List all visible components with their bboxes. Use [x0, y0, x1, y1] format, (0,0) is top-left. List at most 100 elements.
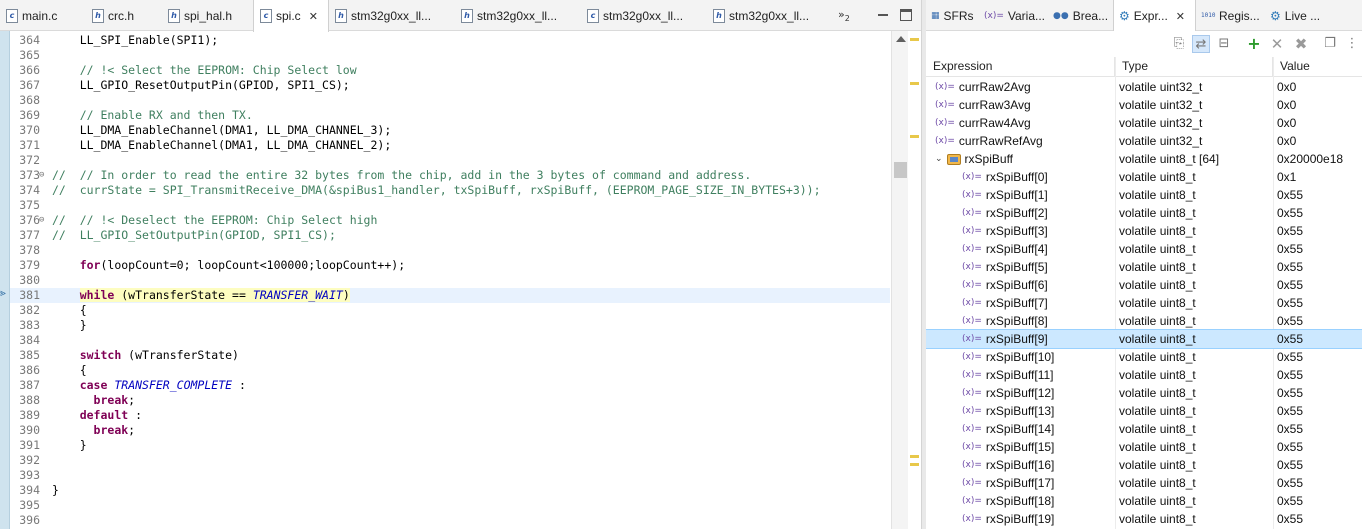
expression-row[interactable]: (x)= rxSpiBuff[9] volatile uint8_t 0x55 [926, 329, 1362, 349]
view-menu-icon[interactable]: ⋮ [1343, 35, 1361, 53]
code-line[interactable]: 372 [10, 153, 890, 168]
maximize-button[interactable] [900, 9, 912, 21]
editor-vertical-scrollbar[interactable] [891, 31, 908, 529]
expression-row[interactable]: (x)= rxSpiBuff[0] volatile uint8_t 0x1 [926, 168, 1362, 186]
expression-value[interactable]: 0x0 [1277, 78, 1362, 96]
expression-row[interactable]: (x)= rxSpiBuff[18] volatile uint8_t 0x55 [926, 492, 1362, 510]
show-type-names-button[interactable]: ⎘ [1170, 35, 1188, 53]
expression-value[interactable]: 0x55 [1277, 348, 1362, 366]
expression-value[interactable]: 0x0 [1277, 96, 1362, 114]
expression-row[interactable]: (x)= rxSpiBuff[1] volatile uint8_t 0x55 [926, 186, 1362, 204]
fold-toggle-icon[interactable]: ⊖ [39, 168, 44, 183]
remove-all-expressions-icon[interactable]: ✖ [1292, 35, 1310, 53]
editor-tab[interactable]: h stm32g0xx_ll... [455, 0, 581, 31]
code-line[interactable]: 379 for(loopCount=0; loopCount<100000;lo… [10, 258, 890, 273]
expression-row[interactable]: (x)= rxSpiBuff[17] volatile uint8_t 0x55 [926, 474, 1362, 492]
expression-row[interactable]: (x)= currRawRefAvg volatile uint32_t 0x0 [926, 132, 1362, 150]
code-line[interactable]: 377 // LL_GPIO_SetOutputPin(GPIOD, SPI1_C… [10, 228, 890, 243]
add-expression-icon[interactable]: + [1245, 35, 1263, 53]
expression-value[interactable]: 0x55 [1277, 330, 1362, 348]
code-line[interactable]: 374 // currState = SPI_TransmitReceive_DM… [10, 183, 890, 198]
overview-marker[interactable] [910, 135, 919, 138]
code-line[interactable]: 373 ⊖ // // In order to read the entire 32… [10, 168, 890, 183]
expression-row[interactable]: (x)= rxSpiBuff[19] volatile uint8_t 0x55 [926, 510, 1362, 528]
scroll-up-arrow-icon[interactable] [896, 36, 906, 42]
expression-value[interactable]: 0x55 [1277, 456, 1362, 474]
code-editor[interactable]: c main.c h crc.h h spi_hal.h c spi.c ✕ h stm32g0xx… [0, 0, 921, 529]
code-line[interactable]: 365 [10, 48, 890, 63]
expression-row[interactable]: (x)= rxSpiBuff[14] volatile uint8_t 0x55 [926, 420, 1362, 438]
code-line[interactable]: 391 } [10, 438, 890, 453]
expression-row[interactable]: (x)= rxSpiBuff[15] volatile uint8_t 0x55 [926, 438, 1362, 456]
expression-value[interactable]: 0x55 [1277, 312, 1362, 330]
code-line[interactable]: 366 // !< Select the EEPROM: Chip Select… [10, 63, 890, 78]
code-line[interactable]: 364 LL_SPI_Enable(SPI1); [10, 33, 890, 48]
code-line[interactable]: 381 while (wTransferState == TRANSFER_WA… [10, 288, 890, 303]
expression-row[interactable]: (x)= rxSpiBuff[5] volatile uint8_t 0x55 [926, 258, 1362, 276]
expression-row[interactable]: (x)= rxSpiBuff[7] volatile uint8_t 0x55 [926, 294, 1362, 312]
expression-value[interactable]: 0x55 [1277, 366, 1362, 384]
code-line[interactable]: 387 case TRANSFER_COMPLETE : [10, 378, 890, 393]
code-line[interactable]: 395 [10, 498, 890, 513]
code-line[interactable]: 390 break; [10, 423, 890, 438]
code-line[interactable]: 369 // Enable RX and then TX. [10, 108, 890, 123]
expression-row[interactable]: ⌄ rxSpiBuff volatile uint8_t [64] 0x20000e1… [926, 150, 1362, 168]
code-line[interactable]: 385 switch (wTransferState) [10, 348, 890, 363]
code-line[interactable]: 375 [10, 198, 890, 213]
code-line[interactable]: 367 LL_GPIO_ResetOutputPin(GPIOD, SPI1_C… [10, 78, 890, 93]
code-line[interactable]: 389 default : [10, 408, 890, 423]
editor-tab[interactable]: c stm32g0xx_ll... [581, 0, 707, 31]
expression-value[interactable]: 0x55 [1277, 222, 1362, 240]
view-tab[interactable]: 1010 Regis... [1196, 0, 1265, 31]
code-line[interactable]: 378 [10, 243, 890, 258]
view-tab[interactable]: ●● Brea... [1048, 0, 1113, 31]
show-logical-structure-button[interactable]: ⇄ [1192, 35, 1210, 53]
view-tab[interactable]: ⚙ Live ... [1265, 0, 1337, 31]
code-line[interactable]: 370 LL_DMA_EnableChannel(DMA1, LL_DMA_CH… [10, 123, 890, 138]
code-line[interactable]: 371 LL_DMA_EnableChannel(DMA1, LL_DMA_CH… [10, 138, 890, 153]
expression-value[interactable]: 0x55 [1277, 492, 1362, 510]
code-line[interactable]: 368 [10, 93, 890, 108]
view-tab[interactable]: (x)= Varia... [979, 0, 1048, 31]
expression-row[interactable]: (x)= rxSpiBuff[8] volatile uint8_t 0x55 [926, 312, 1362, 330]
expression-value[interactable]: 0x55 [1277, 204, 1362, 222]
expression-value[interactable]: 0x55 [1277, 510, 1362, 528]
code-line[interactable]: 384 [10, 333, 890, 348]
expression-row[interactable]: (x)= currRaw4Avg volatile uint32_t 0x0 [926, 114, 1362, 132]
code-line[interactable]: 394} [10, 483, 890, 498]
expression-value[interactable]: 0x55 [1277, 186, 1362, 204]
expression-row[interactable]: (x)= rxSpiBuff[3] volatile uint8_t 0x55 [926, 222, 1362, 240]
value-column-header[interactable]: Value [1273, 57, 1362, 77]
expression-value[interactable]: 0x55 [1277, 384, 1362, 402]
expression-row[interactable]: (x)= rxSpiBuff[16] volatile uint8_t 0x55 [926, 456, 1362, 474]
code-line[interactable]: 396 [10, 513, 890, 528]
expression-row[interactable]: (x)= rxSpiBuff[6] volatile uint8_t 0x55 [926, 276, 1362, 294]
overview-ruler[interactable] [908, 31, 921, 529]
code-line[interactable]: 393 [10, 468, 890, 483]
expression-row[interactable]: (x)= rxSpiBuff[10] volatile uint8_t 0x55 [926, 348, 1362, 366]
remove-expression-icon[interactable]: ✕ [1268, 35, 1286, 53]
expression-row[interactable]: (x)= rxSpiBuff[4] volatile uint8_t 0x55 [926, 240, 1362, 258]
type-column-header[interactable]: Type [1115, 57, 1273, 77]
expression-value[interactable]: 0x55 [1277, 258, 1362, 276]
expression-row[interactable]: (x)= rxSpiBuff[11] volatile uint8_t 0x55 [926, 366, 1362, 384]
code-line[interactable]: 383 } [10, 318, 890, 333]
editor-tab[interactable]: h stm32g0xx_ll... [329, 0, 455, 31]
expression-column-header[interactable]: Expression [926, 57, 1115, 77]
collapse-all-button[interactable]: ⊟ [1215, 35, 1233, 53]
code-line[interactable]: 376 ⊖ // // !< Deselect the EEPROM: Chip S… [10, 213, 890, 228]
close-icon[interactable]: ✕ [1176, 10, 1185, 23]
expression-value[interactable]: 0x55 [1277, 276, 1362, 294]
overview-marker[interactable] [910, 455, 919, 458]
overview-marker[interactable] [910, 38, 919, 41]
editor-tab[interactable]: h crc.h [86, 0, 162, 31]
expression-value[interactable]: 0x55 [1277, 438, 1362, 456]
close-icon[interactable]: ✕ [309, 10, 318, 23]
expression-value[interactable]: 0x0 [1277, 114, 1362, 132]
code-line[interactable]: 388 break; [10, 393, 890, 408]
editor-tab[interactable]: h spi_hal.h [162, 0, 253, 31]
editor-tab[interactable]: c main.c [0, 0, 86, 31]
expression-value[interactable]: 0x55 [1277, 420, 1362, 438]
expression-value[interactable]: 0x55 [1277, 474, 1362, 492]
editor-tab[interactable]: h stm32g0xx_ll... [707, 0, 833, 31]
